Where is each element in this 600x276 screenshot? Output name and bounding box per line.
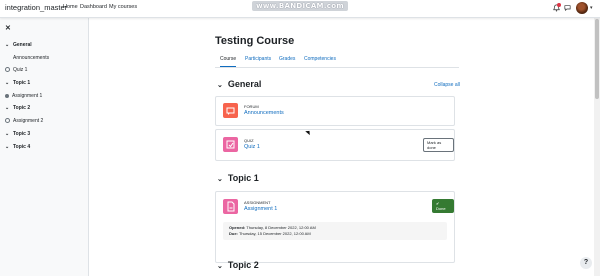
drawer-section-general[interactable]: ⌄ General <box>5 42 32 48</box>
drawer-section-topic-4[interactable]: ⌄ Topic 4 <box>5 144 30 150</box>
nav-dashboard-link[interactable]: Dashboard <box>80 4 107 10</box>
nav-home-link[interactable]: Home <box>63 4 78 10</box>
tab-participants[interactable]: Participants <box>245 56 271 62</box>
mark-as-done-button[interactable]: Mark as done <box>423 138 454 152</box>
chevron-down-icon: ⌄ <box>5 131 10 137</box>
activity-type-label: ASSIGNMENT <box>244 200 271 205</box>
activity-type-label: QUIZ <box>244 138 254 143</box>
activity-link-announcements[interactable]: Announcements <box>244 110 284 116</box>
chevron-down-icon: ⌄ <box>217 176 223 183</box>
page-scrollbar[interactable] <box>594 17 600 276</box>
done-button[interactable]: ✔ Done <box>432 199 454 213</box>
user-avatar[interactable] <box>576 2 588 14</box>
assignment-icon <box>223 199 238 214</box>
activity-type-label: FORUM <box>244 104 259 109</box>
tab-competencies[interactable]: Competencies <box>304 56 336 62</box>
forum-icon <box>223 103 238 118</box>
drawer-section-topic-2[interactable]: ⌄ Topic 2 <box>5 105 30 111</box>
drawer-item-quiz-1[interactable]: Quiz 1 <box>5 67 27 73</box>
top-navbar: integration_master Home Dashboard My cou… <box>0 0 600 18</box>
scrollbar-thumb[interactable] <box>595 19 599 99</box>
quiz-icon <box>223 137 238 152</box>
tab-grades[interactable]: Grades <box>279 56 295 62</box>
drawer-section-topic-1[interactable]: ⌄ Topic 1 <box>5 80 30 86</box>
chevron-down-icon: ⌄ <box>5 80 10 86</box>
activity-link-assignment-1[interactable]: Assignment 1 <box>244 206 277 212</box>
chevron-down-icon: ⌄ <box>5 144 10 150</box>
section-topic-2-heading[interactable]: ⌄ Topic 2 <box>217 260 259 270</box>
tab-course[interactable]: Course <box>220 56 237 67</box>
page-title: Testing Course <box>215 35 295 47</box>
activity-dates: Opened: Thursday, 8 December 2022, 12:00… <box>223 222 447 240</box>
section-topic-1-heading[interactable]: ⌄ Topic 1 <box>217 173 259 183</box>
drawer-section-topic-3[interactable]: ⌄ Topic 3 <box>5 131 30 137</box>
course-main-region: Testing Course Course Participants Grade… <box>89 17 594 276</box>
bandicam-watermark: www.BANDICAM.com <box>252 1 348 11</box>
collapse-all-link[interactable]: Collapse all <box>434 82 460 88</box>
chevron-down-icon: ⌄ <box>217 263 223 270</box>
chevron-down-icon: ⌄ <box>5 105 10 111</box>
incomplete-circle-icon <box>5 67 10 73</box>
activity-link-quiz-1[interactable]: Quiz 1 <box>244 144 260 150</box>
course-index-drawer: ✕ ⌄ General Announcements Quiz 1 ⌄ Topic 1… <box>0 17 89 276</box>
notification-badge <box>557 3 561 7</box>
site-brand[interactable]: integration_master <box>5 3 67 12</box>
activity-card-quiz: QUIZ Quiz 1 Mark as done <box>215 129 455 161</box>
help-icon[interactable]: ? <box>580 257 592 269</box>
activity-card-forum: FORUM Announcements <box>215 96 455 126</box>
close-icon[interactable]: ✕ <box>5 24 11 32</box>
incomplete-circle-icon <box>5 118 10 124</box>
chat-icon[interactable] <box>564 5 571 11</box>
chevron-down-icon: ⌄ <box>5 42 10 48</box>
chevron-down-icon: ⌄ <box>217 82 223 89</box>
nav-my-courses-link[interactable]: My courses <box>109 4 137 10</box>
drawer-item-assignment-1[interactable]: Assignment 1 <box>5 93 42 99</box>
drawer-item-assignment-2[interactable]: Assignment 2 <box>5 118 43 124</box>
section-general-heading[interactable]: ⌄ General <box>217 79 261 89</box>
drawer-item-announcements[interactable]: Announcements <box>13 55 49 61</box>
user-menu-chevron-down-icon[interactable]: ▾ <box>590 5 593 11</box>
complete-circle-icon <box>5 93 9 98</box>
course-tabs: Course Participants Grades Competencies <box>215 55 459 68</box>
activity-card-assignment: ASSIGNMENT Assignment 1 ✔ Done Opened: T… <box>215 191 455 263</box>
due-date-row: Due: Thursday, 15 December 2022, 12:00 A… <box>229 231 311 236</box>
